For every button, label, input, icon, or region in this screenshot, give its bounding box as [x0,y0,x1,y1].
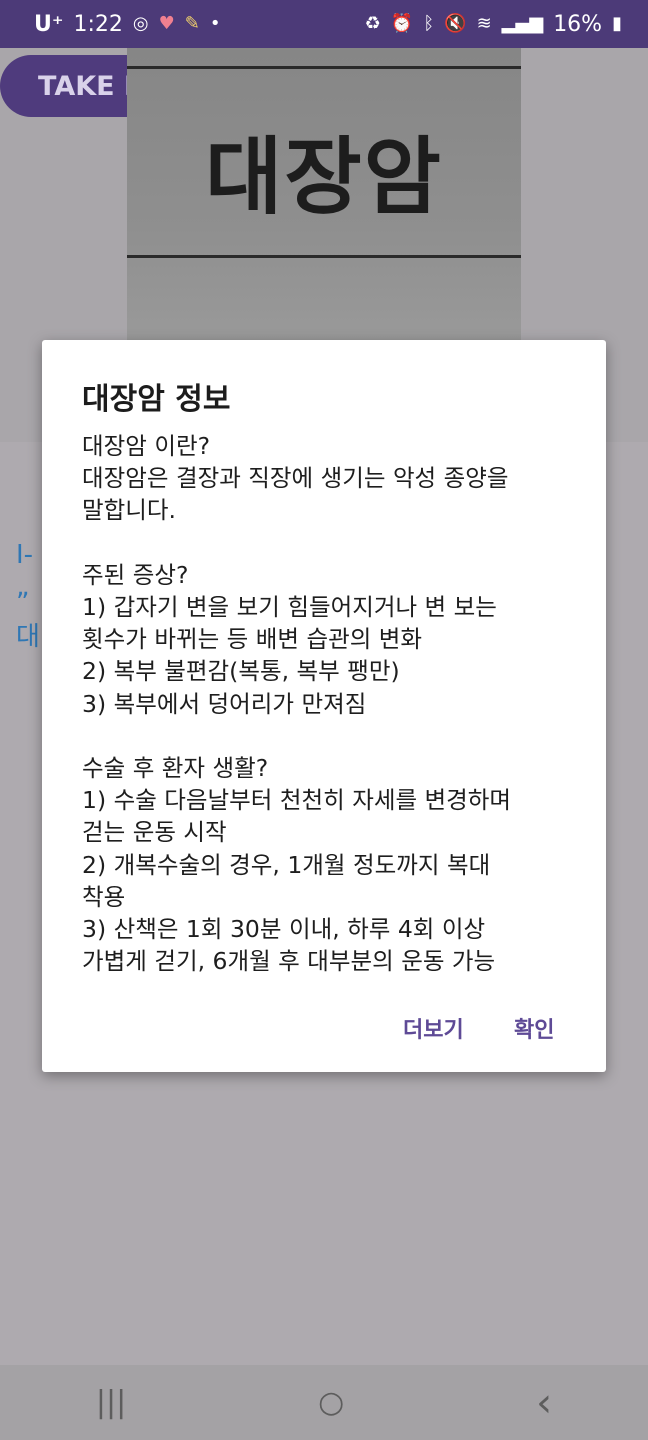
side-text-2: „ [16,572,30,602]
battery-percent: 16% [553,11,603,37]
sync-icon: ◎ [132,13,149,34]
pencil-icon: ✎ [184,13,200,34]
dialog-body: 대장암 이란? 대장암은 결장과 직장에 생기는 악성 종양을 말합니다. 주된… [82,432,512,976]
navigation-bar: ||| ○ ‹ [0,1365,648,1440]
mute-icon: 🔇 [444,13,467,34]
home-icon[interactable]: ○ [318,1385,344,1420]
battery-icon: ▮ [612,13,622,34]
side-text-3: 대 [16,622,40,652]
back-icon[interactable]: ‹ [536,1380,552,1426]
recents-icon[interactable]: ||| [96,1385,126,1420]
more-button[interactable]: 더보기 [403,1012,464,1044]
captured-photo: 대장암 [127,48,521,348]
photo-text: 대장암 [205,128,443,226]
signal-icon: ▂▄▆ [501,13,544,34]
status-bar: U⁺ 1:22 ◎ ♥ ✎ • ♻ ⏰ ᛒ 🔇 ≋ ▂▄▆ 16% ▮ [0,0,648,48]
photo-border-bottom [127,255,521,258]
alarm-icon: ⏰ [390,13,414,34]
dot-icon: • [209,13,221,34]
photo-border-top [127,66,521,69]
clock: 1:22 [73,11,123,37]
bluetooth-icon: ᛒ [423,13,435,34]
side-text-1: I- [16,540,34,570]
wifi-icon: ≋ [476,13,492,34]
heart-icon: ♥ [158,13,175,34]
recycle-icon: ♻ [364,13,381,34]
carrier-label: U⁺ [34,11,64,37]
dialog-title: 대장암 정보 [82,382,231,417]
ok-button[interactable]: 확인 [514,1012,554,1044]
info-dialog: 대장암 정보 대장암 이란? 대장암은 결장과 직장에 생기는 악성 종양을 말… [42,340,606,1072]
